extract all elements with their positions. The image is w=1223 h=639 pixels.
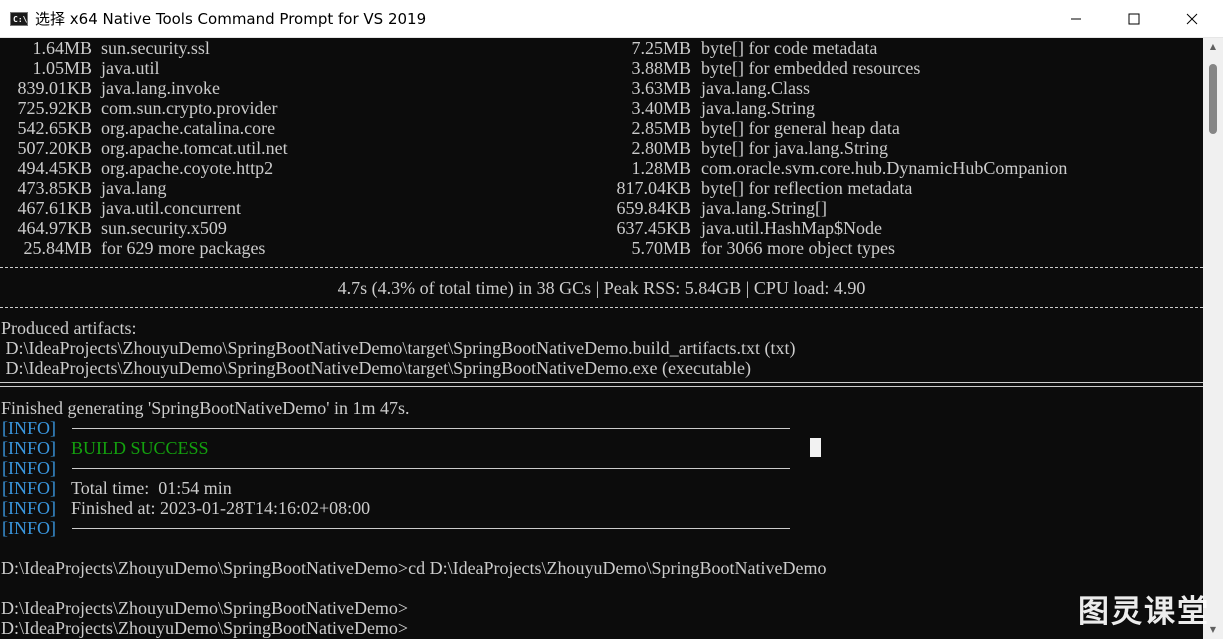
entry-name: byte[] for embedded resources xyxy=(701,58,921,78)
size-value: 473.85KB xyxy=(17,178,92,198)
gc-summary: 4.7s (4.3% of total time) in 38 GCs | Pe… xyxy=(337,278,866,298)
entry-name: java.lang.String[] xyxy=(701,198,827,218)
watermark: 图灵课堂 xyxy=(1078,594,1210,630)
info-tag: [INFO] xyxy=(2,438,56,458)
size-value: 2.80MB xyxy=(631,138,691,158)
entry-name: com.oracle.svm.core.hub.DynamicHubCompan… xyxy=(701,158,1068,178)
minimize-icon xyxy=(1071,18,1081,20)
info-tag: [INFO] xyxy=(2,478,56,498)
size-value: 542.65KB xyxy=(17,118,92,138)
finished-message: Finished generating 'SpringBootNativeDem… xyxy=(1,398,410,418)
size-value: 5.70MB xyxy=(631,238,691,258)
size-value: 464.97KB xyxy=(17,218,92,238)
vertical-scrollbar[interactable]: ▲ ▼ xyxy=(1203,38,1223,639)
separator-line xyxy=(0,307,1203,308)
command-prompt-line: D:\IdeaProjects\ZhouyuDemo\SpringBootNat… xyxy=(1,618,409,638)
entry-name: byte[] for reflection metadata xyxy=(701,178,913,198)
size-value: 3.40MB xyxy=(631,98,691,118)
maximize-icon xyxy=(1128,13,1140,25)
size-value: 3.88MB xyxy=(631,58,691,78)
size-value: 7.25MB xyxy=(631,38,691,58)
size-value: 659.84KB xyxy=(616,198,691,218)
text-cursor xyxy=(810,438,821,457)
command-prompt-line: D:\IdeaProjects\ZhouyuDemo\SpringBootNat… xyxy=(1,558,827,578)
size-value: 839.01KB xyxy=(17,78,92,98)
info-tag: [INFO] xyxy=(2,518,56,538)
entry-name: for 629 more packages xyxy=(101,238,266,258)
scrollbar-thumb[interactable] xyxy=(1209,64,1217,134)
entry-name: sun.security.x509 xyxy=(101,218,227,238)
size-value: 507.20KB xyxy=(17,138,92,158)
scroll-up-icon[interactable]: ▲ xyxy=(1203,38,1223,56)
total-time: Total time: 01:54 min xyxy=(71,478,232,498)
size-value: 25.84MB xyxy=(23,238,92,258)
maven-separator xyxy=(72,528,790,529)
maven-separator xyxy=(72,468,790,469)
double-separator xyxy=(0,382,1203,387)
entry-name: java.lang.invoke xyxy=(101,78,220,98)
entry-name: java.util.HashMap$Node xyxy=(701,218,882,238)
close-button[interactable] xyxy=(1163,0,1221,38)
entry-name: java.lang.String xyxy=(701,98,815,118)
artifact-path: D:\IdeaProjects\ZhouyuDemo\SpringBootNat… xyxy=(1,338,796,358)
window-title: 选择 x64 Native Tools Command Prompt for V… xyxy=(35,10,427,28)
entry-name: byte[] for java.lang.String xyxy=(701,138,888,158)
entry-name: sun.security.ssl xyxy=(101,38,210,58)
entry-name: java.util xyxy=(101,58,160,78)
command-prompt-line: D:\IdeaProjects\ZhouyuDemo\SpringBootNat… xyxy=(1,598,409,618)
close-icon xyxy=(1186,13,1198,25)
entry-name: org.apache.coyote.http2 xyxy=(101,158,274,178)
entry-name: org.apache.tomcat.util.net xyxy=(101,138,288,158)
maven-separator xyxy=(72,428,790,429)
entry-name: com.sun.crypto.provider xyxy=(101,98,278,118)
entry-name: java.util.concurrent xyxy=(101,198,241,218)
console-output[interactable]: 1.64MB sun.security.ssl 1.05MB java.util 839… xyxy=(0,38,1203,639)
info-tag: [INFO] xyxy=(2,418,56,438)
size-value: 2.85MB xyxy=(631,118,691,138)
size-value: 3.63MB xyxy=(631,78,691,98)
entry-name: byte[] for general heap data xyxy=(701,118,900,138)
entry-name: java.lang xyxy=(101,178,167,198)
size-value: 1.28MB xyxy=(631,158,691,178)
build-status: BUILD SUCCESS xyxy=(71,438,209,458)
finished-at: Finished at: 2023-01-28T14:16:02+08:00 xyxy=(71,498,371,518)
size-value: 725.92KB xyxy=(17,98,92,118)
size-value: 1.64MB xyxy=(32,38,92,58)
entry-name: byte[] for code metadata xyxy=(701,38,878,58)
artifacts-heading: Produced artifacts: xyxy=(1,318,137,338)
size-value: 467.61KB xyxy=(17,198,92,218)
separator-line xyxy=(0,267,1203,268)
artifact-path: D:\IdeaProjects\ZhouyuDemo\SpringBootNat… xyxy=(1,358,751,378)
minimize-button[interactable] xyxy=(1047,0,1105,38)
title-bar: C:\ 选择 x64 Native Tools Command Prompt f… xyxy=(0,0,1223,38)
size-value: 494.45KB xyxy=(17,158,92,178)
entry-name: for 3066 more object types xyxy=(701,238,895,258)
size-value: 817.04KB xyxy=(616,178,691,198)
info-tag: [INFO] xyxy=(2,498,56,518)
entry-name: java.lang.Class xyxy=(701,78,810,98)
size-value: 637.45KB xyxy=(616,218,691,238)
maximize-button[interactable] xyxy=(1105,0,1163,38)
size-value: 1.05MB xyxy=(32,58,92,78)
cmd-icon[interactable]: C:\ xyxy=(10,11,28,26)
info-tag: [INFO] xyxy=(2,458,56,478)
entry-name: org.apache.catalina.core xyxy=(101,118,276,138)
